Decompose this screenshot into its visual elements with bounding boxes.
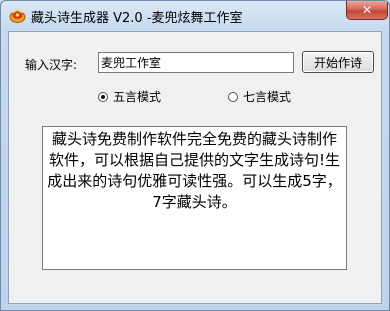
five-char-mode-option[interactable]: 五言模式 [98,88,161,105]
app-logo-icon [9,9,26,23]
seven-char-mode-option[interactable]: 七言模式 [228,88,291,105]
start-poem-button[interactable]: 开始作诗 [302,51,374,73]
app-window: 藏头诗生成器 V2.0 -麦兜炫舞工作室 ✕ 输入汉字: 开始作诗 五言模式 七… [0,0,390,311]
poem-output-textarea[interactable]: 藏头诗免费制作软件完全免费的藏头诗制作软件，可以根据自己提供的文字生成诗句!生成… [42,126,347,270]
radio-unselected-icon[interactable] [228,91,238,102]
title-bar[interactable]: 藏头诗生成器 V2.0 -麦兜炫舞工作室 ✕ [1,1,389,31]
hanzi-input[interactable] [98,52,294,73]
main-panel: 输入汉字: 开始作诗 五言模式 七言模式 藏头诗免费制作软件完全免费的藏头诗制作… [8,31,382,304]
close-x-icon: ✕ [361,3,373,17]
five-char-mode-label: 五言模式 [113,90,162,104]
window-title: 藏头诗生成器 V2.0 -麦兜炫舞工作室 [31,11,243,26]
input-label: 输入汉字: [25,58,78,72]
radio-selected-icon[interactable] [98,91,108,102]
seven-char-mode-label: 七言模式 [243,90,292,104]
close-button[interactable]: ✕ [346,1,388,20]
